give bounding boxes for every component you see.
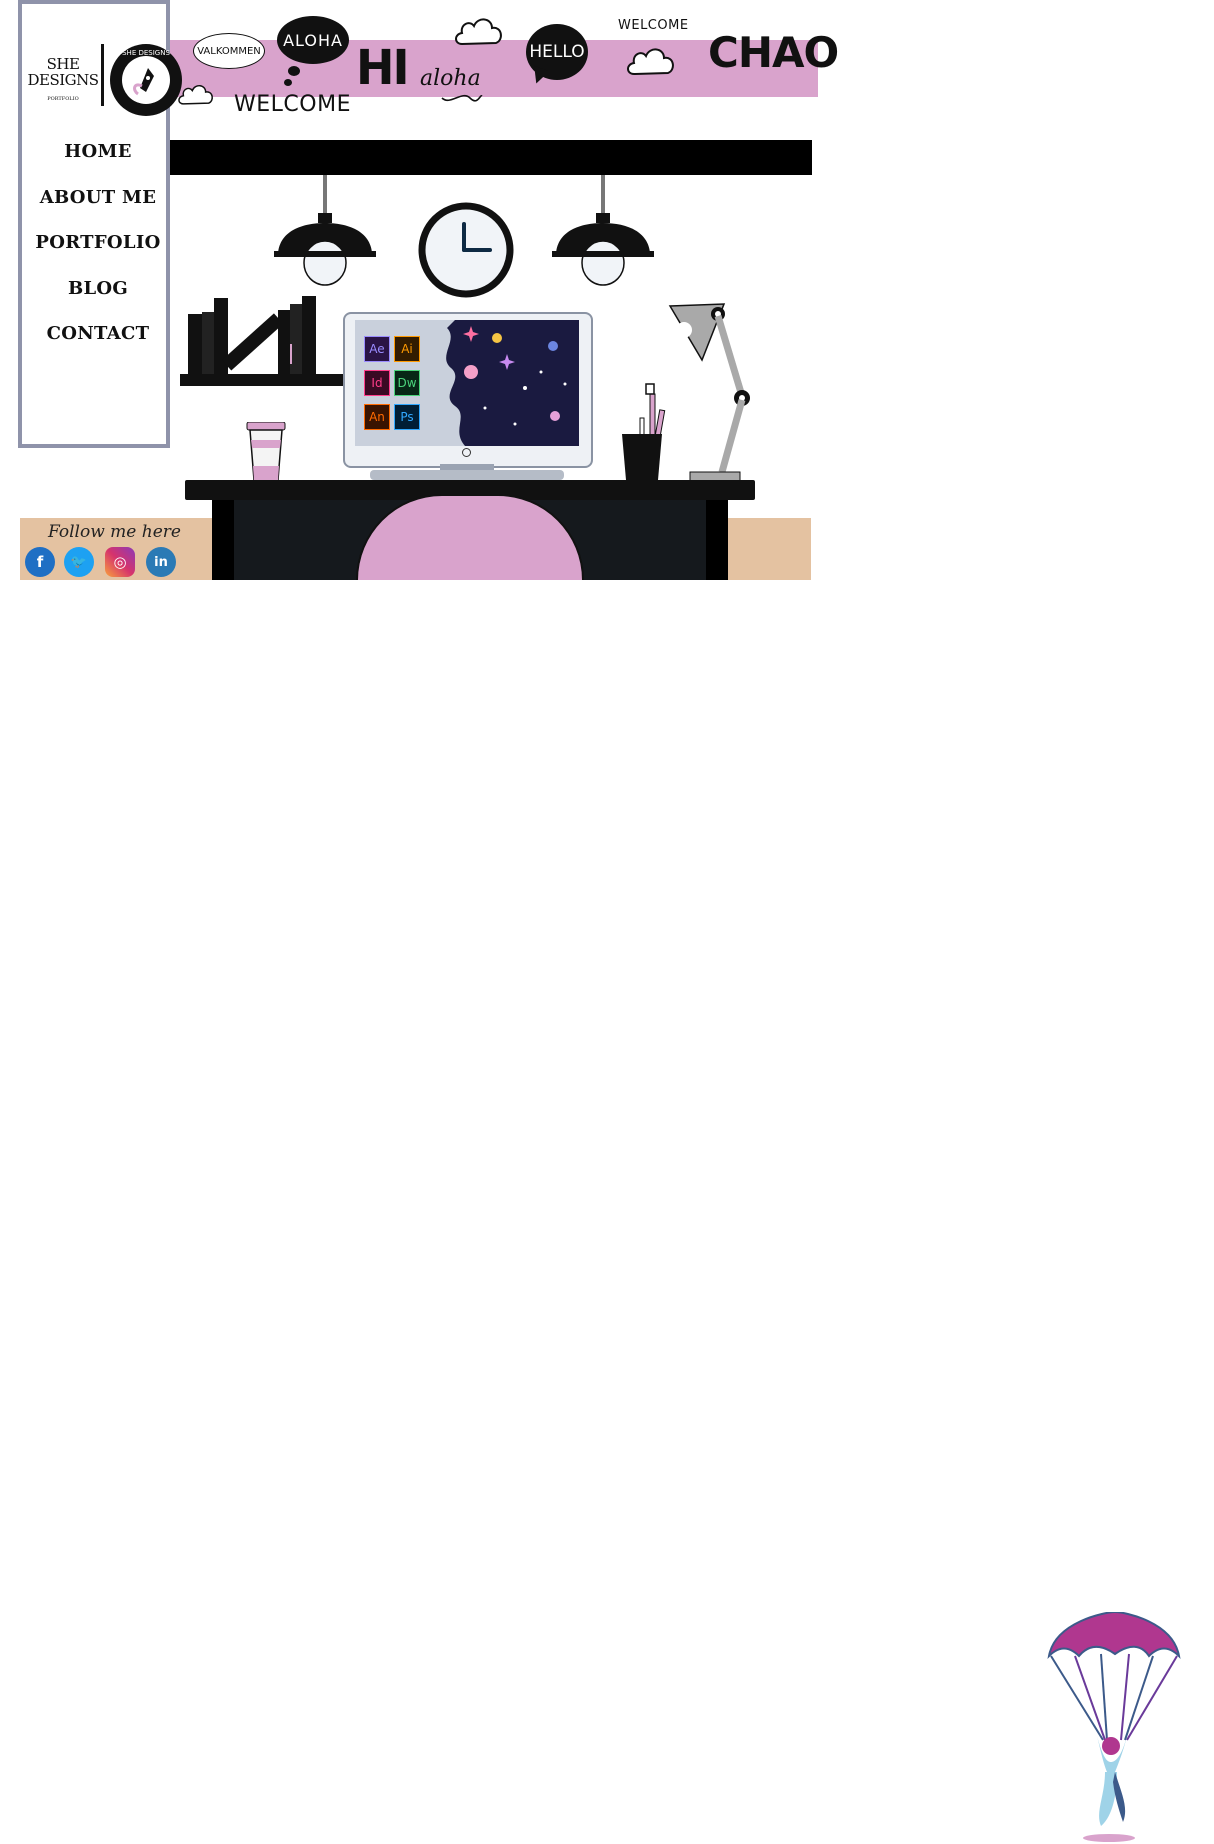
- greeting-aloha: ALOHA: [283, 30, 343, 50]
- nav-item-home[interactable]: HOME: [22, 138, 174, 184]
- app-icon-animate[interactable]: An: [364, 404, 390, 430]
- nav-item-blog[interactable]: BLOG: [22, 275, 174, 321]
- logo-divider: [101, 44, 104, 106]
- brand-subtitle: PORTFOLIO: [47, 96, 79, 102]
- speech-bubble-aloha: ALOHA: [277, 16, 349, 64]
- linkedin-glyph: in: [154, 554, 168, 570]
- brand-name-line2: DESIGNS: [27, 71, 99, 89]
- ceiling-bar: [170, 140, 812, 175]
- nav-item-about-me[interactable]: ABOUT ME: [22, 184, 174, 230]
- greeting-hi: HI: [356, 38, 410, 96]
- greeting-chao: CHAO: [708, 28, 839, 77]
- app-icon-after-effects[interactable]: Ae: [364, 336, 390, 362]
- coffee-cup-icon: [246, 422, 286, 481]
- app-icon-indesign[interactable]: Id: [364, 370, 390, 396]
- swirl-icon: [441, 94, 483, 102]
- books-icon: [188, 296, 316, 374]
- desk-lamp-icon: [668, 303, 750, 483]
- twitter-icon[interactable]: 🐦: [64, 547, 94, 577]
- main-nav: HOME ABOUT ME PORTFOLIO BLOG CONTACT: [22, 138, 174, 366]
- greeting-hello: HELLO: [529, 42, 585, 62]
- bookshelf: [180, 374, 343, 386]
- desk-leg-left: [212, 500, 234, 580]
- monitor-power-button: [462, 448, 471, 457]
- parachute-mascot-icon[interactable]: [1045, 1612, 1183, 1844]
- thought-dot-large: [288, 66, 300, 76]
- wall-clock-icon: [418, 202, 514, 298]
- sidebar: SHE DESIGNS PORTFOLIO SHE DESIGNS HOME A…: [18, 0, 182, 448]
- pendant-lamp-icon-left: [274, 175, 376, 286]
- cloud-icon-right: [627, 48, 674, 76]
- app-icon-illustrator[interactable]: Ai: [394, 336, 420, 362]
- pen-seal-logo[interactable]: SHE DESIGNS: [108, 42, 184, 118]
- twitter-glyph: 🐦: [70, 554, 88, 570]
- app-icons-grid: Ae Ai Id Dw An Ps: [364, 336, 424, 430]
- thought-dot-small: [284, 79, 292, 86]
- greeting-valkommen: VALKOMMEN: [197, 45, 261, 57]
- facebook-icon[interactable]: f: [25, 547, 55, 577]
- follow-heading: Follow me here: [48, 522, 181, 542]
- brand-name: SHE DESIGNS: [26, 56, 100, 88]
- app-icon-photoshop[interactable]: Ps: [394, 404, 420, 430]
- instagram-icon[interactable]: ◎: [105, 547, 135, 577]
- pendant-lamp-icon-right: [552, 175, 654, 286]
- linkedin-icon[interactable]: in: [146, 547, 176, 577]
- facebook-glyph: f: [36, 553, 44, 571]
- desk-leg-right: [706, 500, 728, 580]
- keyboard: [370, 470, 564, 480]
- greeting-welcome-large: WELCOME: [234, 92, 351, 117]
- nav-item-portfolio[interactable]: PORTFOLIO: [22, 229, 174, 275]
- pen-holder-icon: [622, 383, 666, 480]
- instagram-glyph: ◎: [113, 553, 127, 571]
- speech-bubble-valkommen: VALKOMMEN: [193, 33, 265, 69]
- cloud-icon-top: [455, 18, 502, 46]
- greeting-welcome-small: WELCOME: [618, 18, 689, 33]
- nav-item-contact[interactable]: CONTACT: [22, 320, 174, 366]
- brand-name-line1: SHE: [46, 55, 80, 73]
- seal-text: SHE DESIGNS: [122, 49, 170, 57]
- app-icon-dreamweaver[interactable]: Dw: [394, 370, 420, 396]
